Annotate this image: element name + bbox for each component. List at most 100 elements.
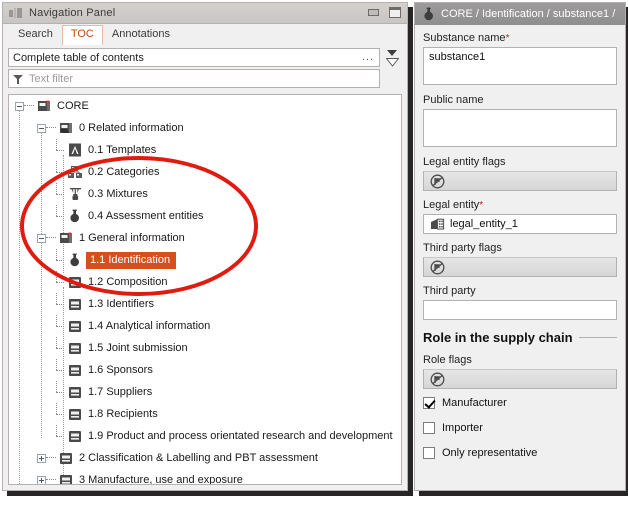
tree-node-label: 1.4 Analytical information — [88, 320, 211, 332]
checkbox-label: Only representative — [442, 447, 538, 459]
collapse-toggle-icon[interactable] — [37, 123, 46, 133]
public-name-field[interactable] — [423, 109, 617, 147]
role-flags-bar[interactable] — [423, 369, 617, 389]
tree-node-label: 1.3 Identifiers — [88, 298, 155, 310]
tree-node-3[interactable]: 3 Manufacture, use and exposure — [9, 469, 401, 485]
tree-node-1-5[interactable]: 1.5 Joint submission — [9, 337, 401, 359]
flag-disabled-icon[interactable] — [429, 259, 445, 275]
minimize-icon[interactable] — [368, 9, 379, 16]
expand-toggle-icon[interactable] — [37, 475, 46, 484]
document-block-icon — [58, 472, 74, 484]
role-flags-label: Role flags — [423, 354, 472, 366]
expand-toggle-icon[interactable] — [37, 453, 46, 463]
flask-icon — [67, 252, 83, 268]
panel-layout-icon — [9, 7, 23, 19]
toc-tree[interactable]: CORE 0 Related information 0.1 Templates… — [8, 94, 402, 485]
tree-node-label: CORE — [57, 100, 89, 112]
tree-node-1-2[interactable]: 1.2 Composition — [9, 271, 401, 293]
toc-select[interactable]: Complete table of contents ... — [8, 48, 380, 67]
building-icon — [429, 216, 445, 232]
tree-node-0-4[interactable]: 0.4 Assessment entities — [9, 205, 401, 227]
flag-disabled-icon[interactable] — [429, 173, 445, 189]
app-root: Navigation Panel Search TOC Annotations … — [0, 0, 628, 505]
legal-entity-field[interactable]: legal_entity_1 — [423, 214, 617, 234]
flag-disabled-icon[interactable] — [429, 371, 445, 387]
collapse-toggle-icon[interactable] — [15, 101, 24, 111]
public-name-label: Public name — [423, 94, 484, 106]
tree-node-1-1[interactable]: 1.1 Identification — [9, 249, 401, 271]
tree-node-0[interactable]: 0 Related information — [9, 117, 401, 139]
tree-node-label: 1.5 Joint submission — [88, 342, 188, 354]
third-party-flags-label: Third party flags — [423, 242, 502, 254]
toc-expand-button[interactable] — [382, 57, 402, 68]
tree-node-label: 1.6 Sponsors — [88, 364, 153, 376]
tab-annotations[interactable]: Annotations — [103, 25, 179, 44]
chevron-down-outline-icon — [385, 57, 399, 67]
checkbox-label: Importer — [442, 422, 483, 434]
maximize-icon[interactable] — [389, 7, 401, 18]
checkbox-icon[interactable] — [423, 397, 435, 409]
template-a-icon — [67, 142, 83, 158]
legal-entity-flags-label: Legal entity flags — [423, 156, 506, 168]
tree-node-1-3[interactable]: 1.3 Identifiers — [9, 293, 401, 315]
section-divider — [578, 337, 617, 338]
toc-arrow-column — [382, 48, 402, 67]
checkbox-icon[interactable] — [423, 447, 435, 459]
detail-breadcrumb-header: CORE / Identification / substance1 / — [415, 3, 625, 25]
checkbox-label: Manufacturer — [442, 397, 507, 409]
document-block-icon — [58, 450, 74, 466]
document-block-icon — [67, 274, 83, 290]
navigation-panel-titlebar: Navigation Panel — [3, 3, 407, 24]
tree-node-label: 3 Manufacture, use and exposure — [79, 474, 243, 485]
tab-search[interactable]: Search — [9, 25, 62, 44]
toc-filter-row: Text filter — [8, 69, 402, 88]
tab-toc[interactable]: TOC — [61, 25, 103, 45]
role-checkbox-only-representative[interactable]: Only representative — [423, 447, 617, 459]
tree-node-1-7[interactable]: 1.7 Suppliers — [9, 381, 401, 403]
tree-node-0-3[interactable]: 0.3 Mixtures — [9, 183, 401, 205]
tree-node-label: 0.2 Categories — [88, 166, 160, 178]
identification-detail-panel: CORE / Identification / substance1 / Sub… — [414, 2, 626, 491]
tree-node-label: 1.8 Recipients — [88, 408, 158, 420]
flask-icon — [67, 208, 83, 224]
mixture-flask-icon — [67, 186, 83, 202]
document-block-icon — [67, 362, 83, 378]
role-checkbox-importer[interactable]: Importer — [423, 422, 617, 434]
tree-node-label: 1.2 Composition — [88, 276, 168, 288]
tree-node-core[interactable]: CORE — [9, 95, 401, 117]
collapse-toggle-icon[interactable] — [37, 233, 46, 243]
tree-node-1-9[interactable]: 1.9 Product and process orientated resea… — [9, 425, 401, 447]
tree-node-1[interactable]: 1 General information — [9, 227, 401, 249]
text-filter-placeholder: Text filter — [29, 72, 74, 85]
tree-node-label: 1.9 Product and process orientated resea… — [88, 430, 393, 442]
document-block-icon — [67, 406, 83, 422]
role-checkbox-manufacturer[interactable]: Manufacturer — [423, 397, 617, 409]
document-block-icon — [67, 340, 83, 356]
tree-node-2[interactable]: 2 Classification & Labelling and PBT ass… — [9, 447, 401, 469]
text-filter-input[interactable]: Text filter — [8, 69, 380, 88]
tree-node-1-6[interactable]: 1.6 Sponsors — [9, 359, 401, 381]
required-marker: * — [505, 33, 510, 44]
filter-funnel-icon — [13, 74, 23, 84]
third-party-field[interactable] — [423, 300, 617, 320]
checkbox-icon[interactable] — [423, 422, 435, 434]
substance-name-field[interactable]: substance1 — [423, 47, 617, 85]
tree-node-1-8[interactable]: 1.8 Recipients — [9, 403, 401, 425]
tree-node-label: 1 General information — [79, 232, 185, 244]
legal-entity-value: legal_entity_1 — [450, 218, 518, 230]
document-block-icon — [67, 296, 83, 312]
role-section-title: Role in the supply chain — [423, 330, 617, 345]
toc-overflow-icon[interactable]: ... — [362, 52, 374, 63]
tree-node-0-1[interactable]: 0.1 Templates — [9, 139, 401, 161]
legal-entity-flags-bar[interactable] — [423, 171, 617, 191]
toc-dropdown-button[interactable] — [382, 48, 402, 58]
toc-pane: Complete table of contents ... Text filt… — [3, 44, 407, 490]
tree-node-0-2[interactable]: 0.2 Categories — [9, 161, 401, 183]
tree-node-1-4[interactable]: 1.4 Analytical information — [9, 315, 401, 337]
tree-node-label-selected: 1.1 Identification — [86, 251, 177, 269]
document-folder-icon — [58, 120, 74, 136]
flask-icon — [421, 6, 437, 22]
third-party-flags-bar[interactable] — [423, 257, 617, 277]
legal-entity-label: Legal entity* — [423, 199, 484, 211]
tree-node-label: 2 Classification & Labelling and PBT ass… — [79, 452, 318, 464]
